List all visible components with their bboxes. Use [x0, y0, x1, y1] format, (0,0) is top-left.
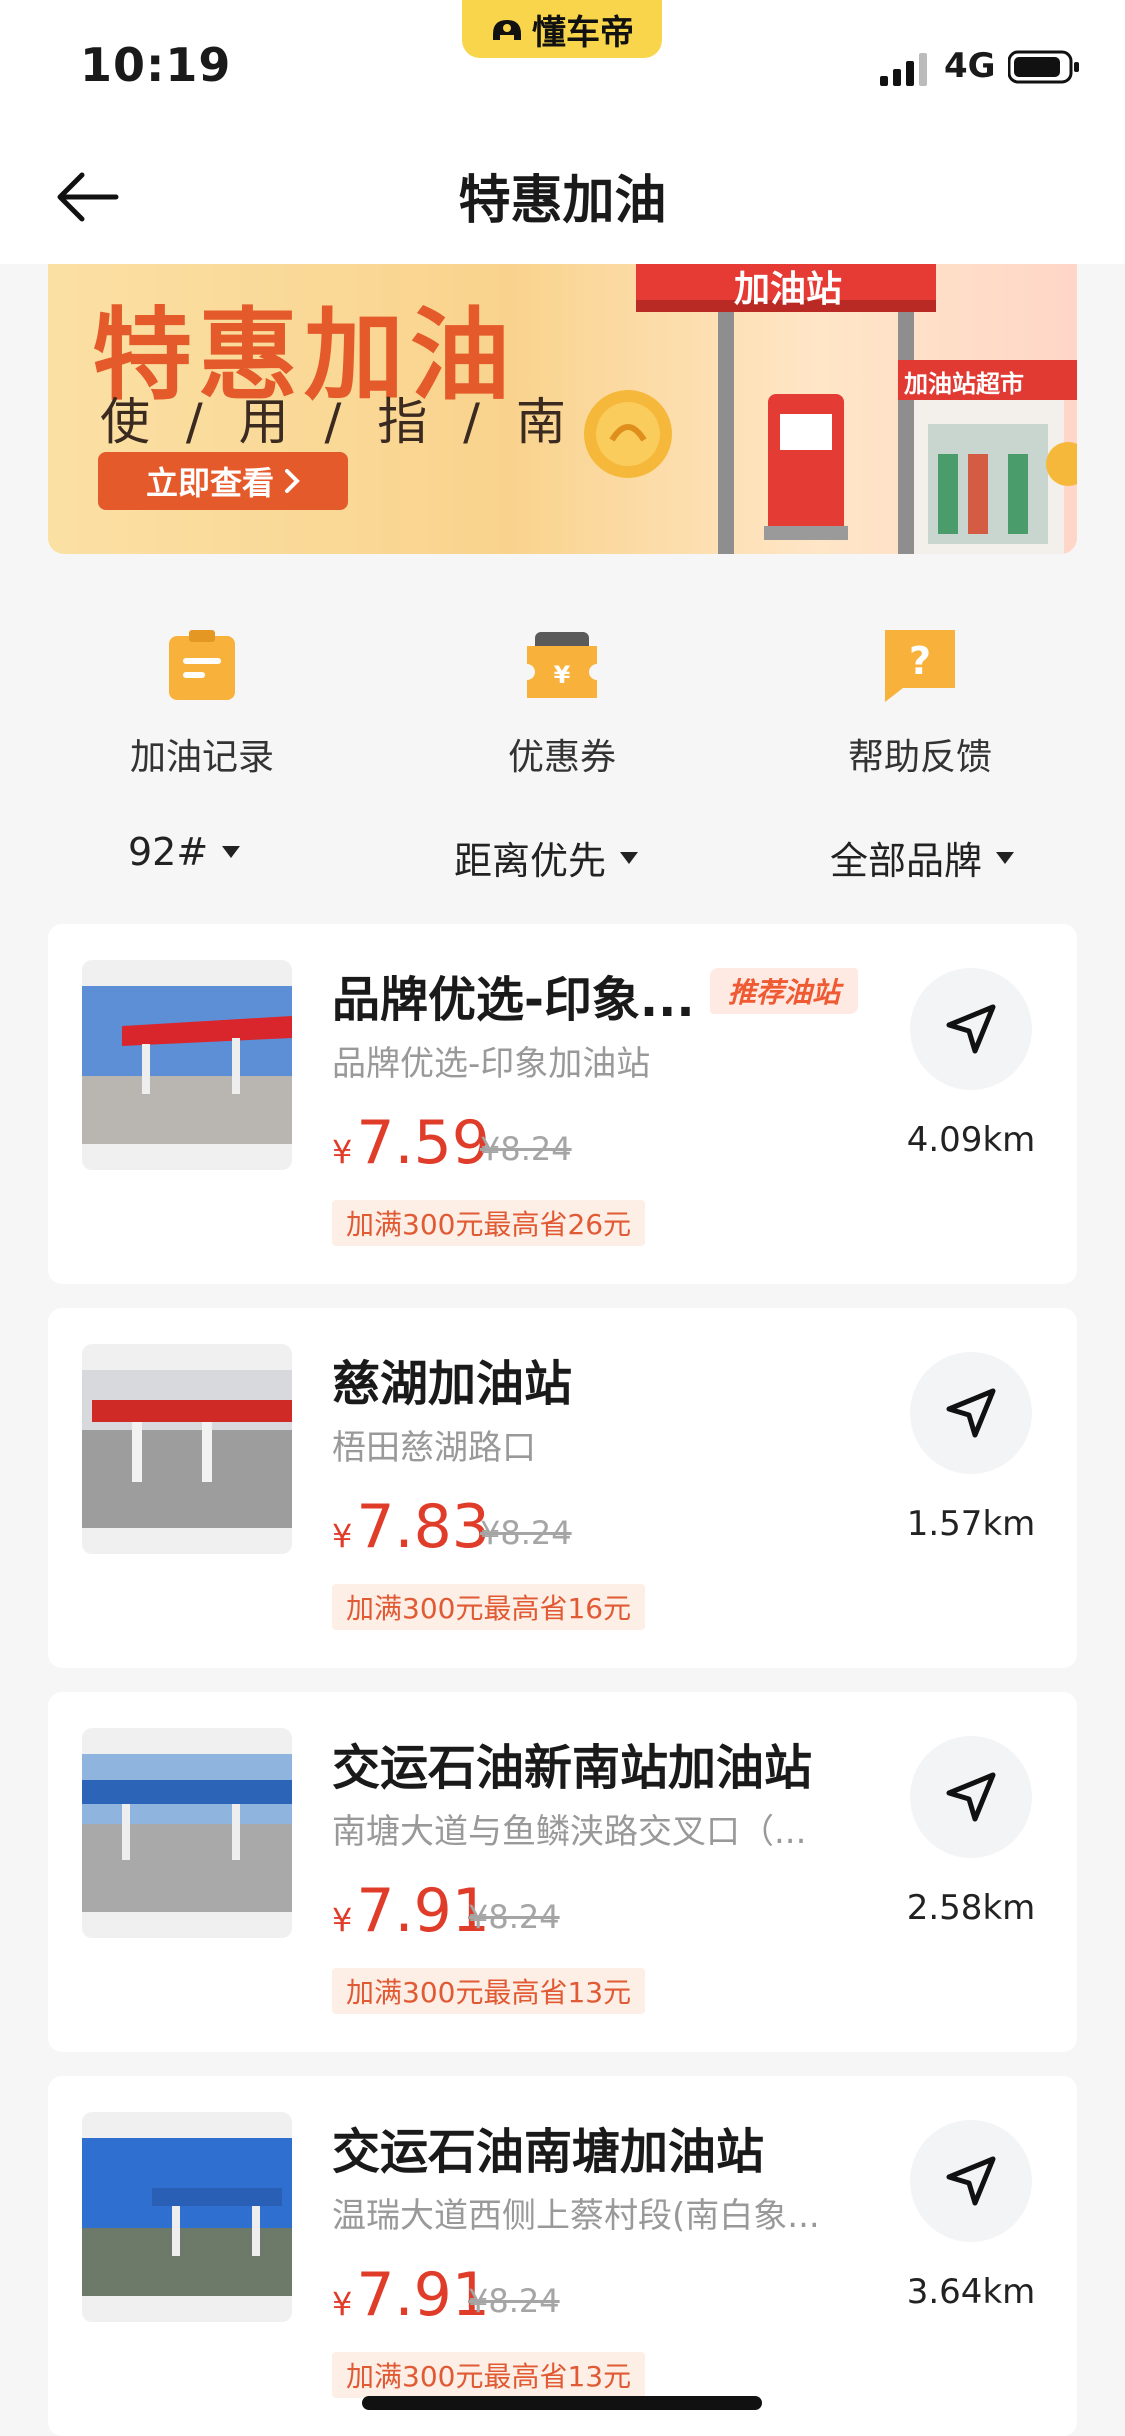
app-badge[interactable]: 懂车帝	[462, 0, 662, 58]
banner-sign-shop: 加油站超市	[904, 370, 1024, 398]
promo-label: 加满300元最高省13元	[332, 1968, 646, 2014]
station-price: ¥7.91	[332, 1876, 490, 1946]
quick-action-label: 优惠券	[507, 737, 616, 778]
promo-label: 加满300元最高省13元	[332, 2352, 646, 2398]
station-card[interactable]: 交运石油南塘加油站 温瑞大道西侧上蔡村段(南白象... ¥7.91 ¥8.24 …	[48, 2076, 1077, 2436]
help-icon: ?	[885, 630, 955, 702]
station-name: 交运石油新南站加油站	[332, 1740, 813, 1796]
dropdown-arrow-icon	[996, 851, 1015, 864]
navigate-button[interactable]	[910, 968, 1032, 1090]
banner-button-label: 立即查看	[145, 464, 274, 502]
recommended-tag: 推荐油站	[710, 968, 859, 1014]
quick-action-label: 帮助反馈	[847, 737, 992, 778]
quick-action-coupons[interactable]: ¥ 优惠券	[452, 628, 672, 780]
price-currency: ¥	[332, 1517, 353, 1555]
station-photo	[82, 960, 292, 1170]
price-currency: ¥	[332, 1133, 353, 1171]
navigate-button[interactable]	[910, 2120, 1032, 2242]
home-indicator[interactable]	[362, 2396, 762, 2410]
station-price: ¥7.91	[332, 2260, 490, 2330]
promo-label: 加满300元最高省26元	[332, 1200, 646, 1246]
banner-subtitle: 使 / 用 / 指 / 南	[100, 393, 576, 451]
quick-action-records[interactable]: 加油记录	[92, 628, 312, 780]
station-card[interactable]: 慈湖加油站 梧田慈湖路口 ¥7.83 ¥8.24 加满300元最高省16元 1.…	[48, 1308, 1077, 1668]
price-currency: ¥	[332, 2285, 353, 2323]
station-distance: 2.58km	[906, 1888, 1036, 1928]
dropdown-arrow-icon	[620, 851, 639, 864]
filter-sort[interactable]: 距离优先	[454, 830, 639, 885]
station-name: 交运石油南塘加油站	[332, 2124, 765, 2180]
station-card[interactable]: 品牌优选-印象... 推荐油站 品牌优选-印象加油站 ¥7.59 ¥8.24 加…	[48, 924, 1077, 1284]
signal-icon	[880, 53, 927, 86]
original-price: ¥8.24	[480, 1130, 572, 1168]
battery-icon	[1008, 50, 1079, 84]
station-address: 南塘大道与鱼鳞浃路交叉口（...	[332, 1812, 807, 1852]
station-distance: 4.09km	[906, 1120, 1036, 1160]
original-price: ¥8.24	[480, 1514, 572, 1552]
price-value: 7.59	[356, 1108, 490, 1178]
banner-view-button[interactable]: 立即查看	[98, 452, 348, 510]
filter-brand[interactable]: 全部品牌	[830, 830, 1015, 885]
svg-text:¥: ¥	[554, 661, 571, 689]
coupon-icon: ¥	[527, 632, 597, 698]
price-currency: ¥	[332, 1901, 353, 1939]
station-name: 慈湖加油站	[332, 1356, 573, 1412]
station-photo	[82, 2112, 292, 2322]
station-address: 品牌优选-印象加油站	[332, 1044, 651, 1084]
station-distance: 3.64km	[906, 2272, 1036, 2312]
original-price: ¥8.24	[468, 1898, 560, 1936]
navigate-button[interactable]	[910, 1736, 1032, 1858]
filter-brand-label: 全部品牌	[830, 839, 983, 883]
page-title: 特惠加油	[458, 171, 667, 231]
filter-fuel-label: 92#	[128, 830, 209, 874]
quick-action-label: 加油记录	[129, 737, 274, 778]
station-address: 温瑞大道西侧上蔡村段(南白象...	[332, 2196, 820, 2236]
chevron-right-icon	[285, 469, 300, 493]
navigation-arrow-icon	[946, 1004, 996, 1054]
navigate-button[interactable]	[910, 1352, 1032, 1474]
price-value: 7.83	[356, 1492, 490, 1562]
network-label: 4G	[944, 46, 996, 86]
navigation-arrow-icon	[946, 1388, 996, 1438]
station-address: 梧田慈湖路口	[332, 1428, 536, 1468]
app-badge-label: 懂车帝	[532, 12, 634, 53]
original-price: ¥8.24	[468, 2282, 560, 2320]
car-logo-icon	[493, 20, 521, 40]
station-price: ¥7.59	[332, 1108, 490, 1178]
navigation-arrow-icon	[946, 2156, 996, 2206]
station-photo	[82, 1344, 292, 1554]
status-time: 10:19	[80, 38, 232, 92]
promo-banner[interactable]: 特惠加油 使 / 用 / 指 / 南 立即查看 加油站 加油站超市	[48, 264, 1077, 554]
station-distance: 1.57km	[906, 1504, 1036, 1544]
station-photo	[82, 1728, 292, 1938]
quick-action-help[interactable]: ? 帮助反馈	[810, 628, 1030, 780]
promo-label: 加满300元最高省16元	[332, 1584, 646, 1630]
svg-text:?: ?	[909, 639, 931, 683]
filter-sort-label: 距离优先	[454, 839, 607, 883]
filter-fuel[interactable]: 92#	[128, 830, 241, 874]
dropdown-arrow-icon	[222, 846, 241, 858]
record-icon	[169, 630, 235, 700]
banner-sign-station: 加油站	[734, 269, 843, 310]
station-name: 品牌优选-印象...	[332, 972, 695, 1028]
navigation-arrow-icon	[946, 1772, 996, 1822]
station-card[interactable]: 交运石油新南站加油站 南塘大道与鱼鳞浃路交叉口（... ¥7.91 ¥8.24 …	[48, 1692, 1077, 2052]
station-price: ¥7.83	[332, 1492, 490, 1562]
